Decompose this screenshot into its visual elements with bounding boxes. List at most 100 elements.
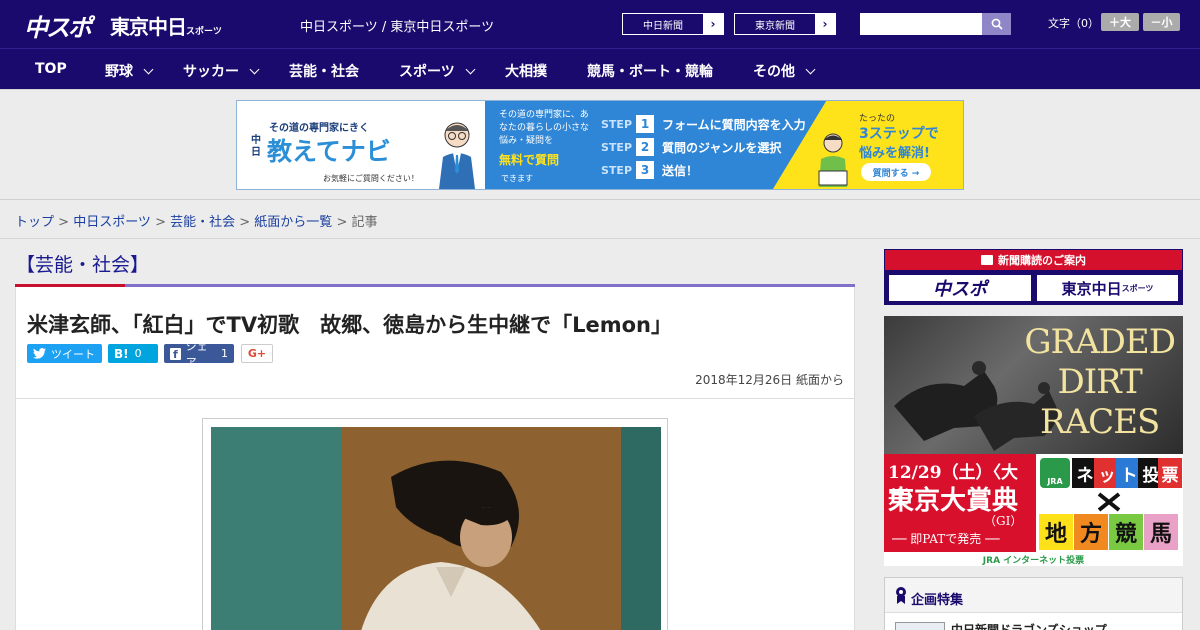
nav-item-label: サッカー <box>183 64 239 80</box>
search-button[interactable] <box>982 13 1011 35</box>
nav-item-soccer[interactable]: サッカー <box>183 61 260 81</box>
breadcrumb-top[interactable]: トップ <box>15 215 54 230</box>
banner-description: その道の専門家に、あなたの暮らしの小さな悩み・疑問を <box>499 110 590 146</box>
banner-step-2: STEP 2 質問のジャンルを選択 <box>601 138 781 156</box>
subscription-heading: 新聞購読のご案内 <box>885 250 1182 270</box>
nav-item-entertainment[interactable]: 芸能・社会 <box>289 61 359 81</box>
ad-net-vote-panel: JRA ネ ッ ト 投 票 地 方 競 馬 <box>1036 454 1183 552</box>
newspaper-icon <box>981 255 993 265</box>
divider <box>16 398 854 399</box>
portrait-illustration <box>211 427 661 630</box>
banner-r3: 悩みを解消! <box>859 146 930 161</box>
twitter-icon <box>33 348 46 359</box>
facebook-share-button[interactable]: f シェア 1 <box>164 340 234 369</box>
banner-dekimasu: できます <box>501 174 533 183</box>
nav-item-label: 競馬・ボート・競輪 <box>587 64 713 80</box>
ad-footer: JRA インターネット投票 <box>884 552 1183 566</box>
sub-logo-suffix: スポーツ <box>1121 283 1154 293</box>
nav-item-label: スポーツ <box>399 64 455 80</box>
nav-item-other[interactable]: その他 <box>753 61 816 81</box>
tweet-button[interactable]: ツイート <box>27 344 102 363</box>
person-laptop-icon <box>818 133 848 187</box>
google-plus-button[interactable]: G+ <box>241 344 273 363</box>
nav-item-top[interactable]: TOP <box>35 61 67 77</box>
top-header: 中スポ 東京中日スポーツ 中日スポーツ / 東京中日スポーツ 中日新聞 › 東京… <box>0 0 1200 48</box>
breadcrumb: トップ > 中日スポーツ > 芸能・社会 > 紙面から一覧 > 記事 <box>15 215 378 230</box>
chevron-down-icon <box>805 64 816 75</box>
ad-net-char: 票 <box>1158 458 1182 488</box>
banner-chunichi: 中日 <box>251 135 261 158</box>
breadcrumb-chunichi-sports[interactable]: 中日スポーツ <box>73 215 151 230</box>
ad-race-panel: 12/29（土）〈大井〉 東京大賞典 （GI） ── 即PATで発売 ── <box>884 454 1036 552</box>
logo-chuspo[interactable]: 中スポ <box>24 8 92 43</box>
logo-tokyo-chunichi[interactable]: 東京中日スポーツ <box>110 11 222 40</box>
ad-graded-line: GRADED <box>1024 322 1176 362</box>
step-number: 1 <box>636 115 655 133</box>
divider <box>0 199 1200 200</box>
step-number: 3 <box>636 161 655 179</box>
ad-pat-sale: ── 即PATで発売 ── <box>892 532 1000 546</box>
person-illustration-icon <box>439 122 475 189</box>
nav-item-label: 野球 <box>105 64 133 80</box>
nav-item-label: その他 <box>753 64 795 80</box>
nav-item-label: TOP <box>35 61 67 77</box>
subscribe-chuspo-link[interactable]: 中スポ <box>888 274 1032 302</box>
tokyo-shimbun-label: 東京新聞 <box>755 20 795 32</box>
ask-question-button[interactable]: 質問する → <box>861 163 931 181</box>
font-bigger-button[interactable]: ＋大 <box>1101 13 1139 31</box>
chunichi-shimbun-link[interactable]: 中日新聞 › <box>622 13 724 35</box>
ad-graded-line: RACES <box>1040 402 1160 442</box>
tweet-label: ツイート <box>51 347 95 361</box>
kikaku-item-link[interactable]: 中日新聞ドラゴンズショップ <box>951 621 1107 630</box>
oshiete-navi-banner[interactable]: その道の専門家にきく 中日 教えてナビ お気軽にご質問ください！ その道の専門家… <box>236 100 964 190</box>
chevron-down-icon <box>465 64 476 75</box>
nav-item-sumo[interactable]: 大相撲 <box>505 61 547 81</box>
font-size-label: 文字（0） <box>1048 17 1099 30</box>
kikaku-feature-box: 企画特集 中日新聞ドラゴンズショップ <box>884 577 1183 630</box>
subscribe-tokyo-chunichi-link[interactable]: 東京中日 スポーツ <box>1036 274 1179 302</box>
chevron-down-icon <box>143 64 154 75</box>
nav-item-label: 大相撲 <box>505 64 547 80</box>
kikaku-header: 企画特集 <box>885 578 1182 613</box>
banner-step-1: STEP 1 フォームに質問内容を入力 <box>601 115 806 133</box>
subscription-box[interactable]: 新聞購読のご案内 中スポ 東京中日 スポーツ <box>884 249 1183 305</box>
divider <box>0 89 1200 90</box>
kikaku-title: 企画特集 <box>911 593 964 608</box>
article-photo[interactable] <box>211 427 661 630</box>
breadcrumb-current: 記事 <box>351 215 378 230</box>
step-label: STEP <box>601 140 633 154</box>
banner-left: その道の専門家にきく 中日 教えてナビ お気軽にご質問ください！ <box>237 101 485 189</box>
step-text: フォームに質問内容を入力 <box>662 117 806 132</box>
search-icon <box>991 18 1003 30</box>
step-label: STEP <box>601 163 633 177</box>
step-number: 2 <box>636 138 655 156</box>
google-plus-icon: G+ <box>247 347 267 360</box>
nav-item-keiba[interactable]: 競馬・ボート・競輪 <box>587 61 713 81</box>
breadcrumb-entertainment[interactable]: 芸能・社会 <box>170 215 235 230</box>
tokyo-shimbun-link[interactable]: 東京新聞 › <box>734 13 836 35</box>
banner-free: 無料で質問 <box>499 153 560 167</box>
article-title: 米津玄師、「紅白」でTV初歌 故郷、徳島から生中継で「Lemon」 <box>27 313 672 337</box>
article-date: 2018年12月26日 紙面から <box>695 373 844 387</box>
chevron-right-icon: › <box>815 14 835 34</box>
ad-chiho-char: 馬 <box>1144 514 1178 550</box>
chevron-down-icon <box>249 64 260 75</box>
search-input[interactable] <box>860 13 982 35</box>
facebook-share-count: 1 <box>221 347 228 360</box>
breadcrumb-shimen-list[interactable]: 紙面から一覧 <box>254 215 332 230</box>
logo-tokyo-suffix: スポーツ <box>186 27 222 37</box>
font-smaller-button[interactable]: －小 <box>1143 13 1180 31</box>
site-title[interactable]: 中日スポーツ / 東京中日スポーツ <box>300 16 494 35</box>
nav-item-sports[interactable]: スポーツ <box>399 61 476 81</box>
nav-item-label: 芸能・社会 <box>289 64 359 80</box>
banner-step-3: STEP 3 送信！ <box>601 161 698 179</box>
sub-logo-text: 東京中日 <box>1061 279 1122 298</box>
cross-icon <box>1097 492 1121 512</box>
nav-item-baseball[interactable]: 野球 <box>105 61 154 81</box>
ad-graded-line: DIRT <box>1057 362 1142 402</box>
hatena-count: 0 <box>134 347 142 360</box>
hatena-button[interactable]: B! 0 <box>108 344 158 363</box>
banner-title: 教えてナビ <box>267 137 391 166</box>
kikaku-item-thumbnail[interactable] <box>895 622 945 630</box>
jra-tokyo-daishoten-ad[interactable]: GRADED DIRT RACES 12/29（土）〈大井〉 東京大賞典 （GI… <box>884 316 1183 566</box>
